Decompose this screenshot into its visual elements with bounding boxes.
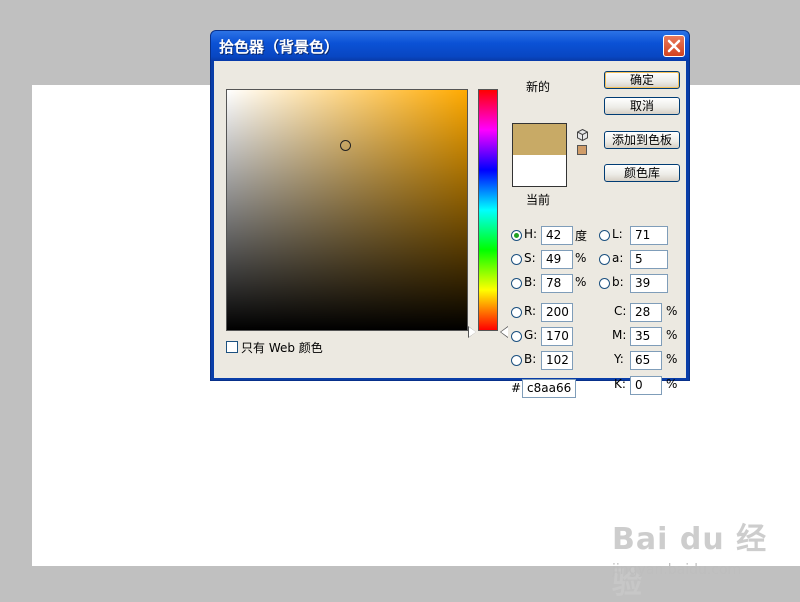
cyan-label: C: — [614, 304, 627, 318]
red-field[interactable]: 200 — [541, 303, 573, 322]
blue-field[interactable]: 102 — [541, 351, 573, 370]
hue-label: H: — [524, 227, 538, 241]
cancel-button[interactable]: 取消 — [604, 97, 680, 115]
color-preview — [512, 123, 567, 187]
lightness-radio[interactable] — [599, 230, 610, 241]
b-channel-field[interactable]: 39 — [630, 274, 668, 293]
hue-slider[interactable] — [478, 89, 498, 331]
red-radio[interactable] — [511, 307, 522, 318]
dialog-body: 新的 当前 确定 取消 添加到色板 颜色库 H: 42 度 S: 49 % B:… — [214, 61, 686, 398]
color-libraries-button[interactable]: 颜色库 — [604, 164, 680, 182]
new-color-label: 新的 — [526, 80, 551, 94]
saturation-radio[interactable] — [511, 254, 522, 265]
green-label: G: — [524, 328, 538, 342]
dialog-titlebar[interactable]: 拾色器（背景色） — [211, 31, 689, 61]
b-channel-radio[interactable] — [599, 278, 610, 289]
new-color-swatch — [513, 124, 566, 155]
hue-field[interactable]: 42 — [541, 226, 573, 245]
saturation-label: S: — [524, 251, 536, 265]
brightness-field[interactable]: 78 — [541, 274, 573, 293]
blue-radio[interactable] — [511, 355, 522, 366]
magenta-field[interactable]: 35 — [630, 327, 662, 346]
saturation-unit: % — [575, 251, 587, 265]
b-channel-label: b: — [612, 275, 624, 289]
color-field-cursor[interactable] — [340, 140, 351, 151]
brightness-unit: % — [575, 275, 587, 289]
a-channel-radio[interactable] — [599, 254, 610, 265]
ok-button[interactable]: 确定 — [604, 71, 680, 89]
color-picker-dialog: 拾色器（背景色） 新的 当前 确定 取消 添加到色板 颜色库 H: 42 度 S… — [210, 30, 690, 398]
green-field[interactable]: 170 — [541, 327, 573, 346]
brightness-label: B: — [524, 275, 537, 289]
color-field[interactable] — [226, 89, 468, 331]
yellow-label: Y: — [614, 352, 624, 366]
watermark-url: jingyan.baidu.com — [612, 562, 742, 578]
hex-label: # — [511, 381, 522, 395]
close-button[interactable] — [663, 35, 685, 57]
hue-unit: 度 — [575, 229, 588, 243]
web-safe-color-swatch[interactable] — [577, 145, 587, 155]
dialog-title: 拾色器（背景色） — [219, 38, 340, 56]
web-colors-only-checkbox[interactable] — [226, 341, 238, 353]
web-safe-cube-icon[interactable] — [577, 129, 588, 141]
blue-label: B: — [524, 352, 537, 366]
close-icon — [667, 39, 681, 53]
lightness-field[interactable]: 71 — [630, 226, 668, 245]
cyan-unit: % — [666, 304, 678, 318]
magenta-unit: % — [666, 328, 678, 342]
lightness-label: L: — [612, 227, 623, 241]
a-channel-field[interactable]: 5 — [630, 250, 668, 269]
black-field[interactable]: 0 — [630, 376, 662, 395]
hex-field[interactable]: c8aa66 — [522, 379, 576, 398]
yellow-unit: % — [666, 352, 678, 366]
a-channel-label: a: — [612, 251, 624, 265]
magenta-label: M: — [612, 328, 627, 342]
green-radio[interactable] — [511, 331, 522, 342]
hue-radio[interactable] — [511, 230, 522, 241]
saturation-field[interactable]: 49 — [541, 250, 573, 269]
current-color-label: 当前 — [526, 193, 551, 207]
web-colors-only-label[interactable]: 只有 Web 颜色 — [241, 339, 323, 356]
black-unit: % — [666, 377, 678, 391]
cyan-field[interactable]: 28 — [630, 303, 662, 322]
brightness-radio[interactable] — [511, 278, 522, 289]
yellow-field[interactable]: 65 — [630, 351, 662, 370]
red-label: R: — [524, 304, 537, 318]
watermark-brand: Bai du 经验 — [612, 522, 768, 601]
black-label: K: — [614, 377, 626, 391]
current-color-swatch[interactable] — [513, 155, 566, 186]
hue-slider-handle-left[interactable] — [469, 327, 476, 337]
hue-slider-handle-right[interactable] — [501, 327, 508, 337]
add-to-swatches-button[interactable]: 添加到色板 — [604, 131, 680, 149]
watermark: Bai du 经验 jingyan.baidu.com — [612, 514, 792, 601]
